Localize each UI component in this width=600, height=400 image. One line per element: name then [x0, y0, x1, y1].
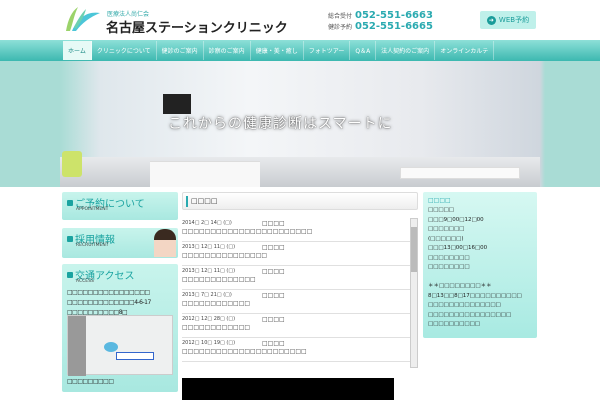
bullet-icon — [67, 271, 73, 278]
address-line: □□□□□□□□□□□□□4-6-17 — [67, 299, 151, 306]
hours-line: □□□9□00□12□00 — [428, 216, 484, 223]
nav-health-beauty[interactable]: 健康・美・癒し — [251, 41, 304, 60]
hours-line: □□□□□□□□□□ — [428, 321, 480, 327]
hours-line: □□□□□□□□ — [428, 254, 470, 261]
nav-checkup[interactable]: 健診のご案内 — [157, 41, 204, 60]
hours-line: (□□□□□□) — [428, 235, 464, 242]
hours-line: □□□□□□□ — [428, 226, 465, 232]
news-date: 2012□ 10□ 19□ (□) — [182, 340, 236, 346]
news-item[interactable]: 2012□ 10□ 19□ (□) □□□□ □□□□□□□□□□□□□□□□□□□… — [182, 338, 418, 362]
news-date: 2013□ 12□ 11□ (□) — [182, 268, 236, 274]
tel-label: 健診予約 — [328, 24, 353, 31]
nav-home[interactable]: ホーム — [63, 41, 92, 60]
access-link[interactable]: □□□□□□□□□ — [67, 377, 114, 387]
news-header: □□□□ — [182, 192, 418, 210]
hours-line: □□□□□□□□□□□□□□ — [428, 302, 501, 308]
news-item[interactable]: 2014□ 2□ 14□ (□) □□□□ □□□□□□□□□□□□□□□□□□□□… — [182, 218, 418, 242]
news-date: 2013□ 7□ 21□ (□) — [182, 292, 232, 298]
video-player[interactable] — [182, 378, 394, 400]
hero-catchphrase: これからの健康診断はスマートに — [168, 116, 393, 132]
scrollbar-thumb[interactable] — [411, 227, 417, 272]
appointment-banner[interactable]: ご予約について APPOINTMENT — [62, 192, 178, 220]
hours-title: □□□□ — [428, 197, 451, 204]
news-category: □□□□ — [262, 268, 285, 275]
news-date: 2014□ 2□ 14□ (□) — [182, 220, 232, 226]
news-category: □□□□ — [262, 292, 285, 299]
news-scrollbar[interactable] — [410, 218, 418, 368]
tel-checkup: 健診予約 052-551-6665 — [328, 21, 433, 32]
hours-box: □□□□ □□□□□ □□□9□00□12□00 □□□□□□□ (□□□□□□) □□□… — [423, 192, 537, 338]
access-map[interactable] — [67, 315, 173, 376]
hours-line: □□□13□00□16□00 — [428, 245, 488, 251]
news-title: □□□□ — [191, 197, 218, 205]
hours-line: □□□□□□□□□□□□□□□□ — [428, 311, 512, 318]
nav-phototour[interactable]: フォトツアー — [304, 41, 351, 60]
news-category: □□□□ — [262, 220, 285, 227]
news-text: □□□□□□□□□□□□□ — [182, 276, 256, 283]
web-reservation-button[interactable]: ➜ WEB予約 — [480, 11, 536, 29]
clinic-logo-text[interactable]: 名古屋ステーションクリニック — [106, 17, 288, 36]
news-item[interactable]: 2013□ 12□ 11□ (□) □□□□ □□□□□□□□□□□□□□□ — [182, 242, 418, 266]
tel-number: 052-551-6665 — [355, 21, 433, 32]
news-text: □□□□□□□□□□□□ — [182, 300, 251, 307]
hours-line: ＊＊□□□□□□□□＊＊ — [428, 283, 492, 289]
address-line: □□□□□□□□□□□□□□□□ — [67, 289, 150, 296]
news-date: 2012□ 12□ 28□ (□) — [182, 316, 236, 322]
hours-line: 8□13□□8□17□□□□□□□□□□ — [428, 292, 522, 299]
staff-photo — [154, 229, 176, 257]
hours-line: □□□□□ — [428, 207, 454, 213]
recruit-banner[interactable]: 採用情報 RECRUITMENT — [62, 228, 178, 258]
news-text: □□□□□□□□□□□□□□□□□□□□□□□ — [182, 228, 313, 235]
news-list: 2014□ 2□ 14□ (□) □□□□ □□□□□□□□□□□□□□□□□□□□… — [182, 218, 418, 368]
news-text: □□□□□□□□□□□□ — [182, 324, 251, 331]
news-item[interactable]: 2012□ 12□ 28□ (□) □□□□ □□□□□□□□□□□□ — [182, 314, 418, 338]
nav-online-karte[interactable]: オンラインカルテ — [435, 41, 495, 60]
nav-corporate[interactable]: 法人契約のご案内 — [376, 41, 436, 60]
nav-qa[interactable]: Q＆A — [350, 41, 377, 60]
news-item[interactable]: 2013□ 12□ 11□ (□) □□□□ □□□□□□□□□□□□□ — [182, 266, 418, 290]
bullet-icon — [67, 199, 73, 206]
news-category: □□□□ — [262, 340, 285, 347]
arrow-circle-icon: ➜ — [486, 15, 496, 25]
global-nav: ホーム クリニックについて 健診のご案内 診察のご案内 健康・美・癒し フォトツ… — [0, 40, 600, 61]
nav-about[interactable]: クリニックについて — [92, 41, 157, 60]
news-text: □□□□□□□□□□□□□□□□□□□□□□ — [182, 348, 307, 355]
web-button-label: WEB予約 — [498, 16, 530, 24]
news-category: □□□□ — [262, 316, 285, 323]
news-text: □□□□□□□□□□□□□□□ — [182, 252, 268, 259]
access-sub: ACCESS — [76, 279, 94, 284]
tel-general: 総合受付 052-551-6663 — [328, 10, 433, 21]
logo-leaf-icon — [66, 7, 100, 31]
nav-medical[interactable]: 診察のご案内 — [204, 41, 251, 60]
bullet-icon — [67, 235, 73, 242]
banner-sub: APPOINTMENT — [76, 207, 109, 212]
banner-sub: RECRUITMENT — [76, 243, 109, 248]
hours-line: □□□□□□□□ — [428, 264, 470, 270]
news-item[interactable]: 2013□ 7□ 21□ (□) □□□□ □□□□□□□□□□□□ — [182, 290, 418, 314]
tel-label: 総合受付 — [328, 13, 353, 20]
news-date: 2013□ 12□ 11□ (□) — [182, 244, 236, 250]
hours-line — [428, 273, 532, 283]
tel-number: 052-551-6663 — [355, 10, 433, 21]
news-category: □□□□ — [262, 244, 285, 251]
